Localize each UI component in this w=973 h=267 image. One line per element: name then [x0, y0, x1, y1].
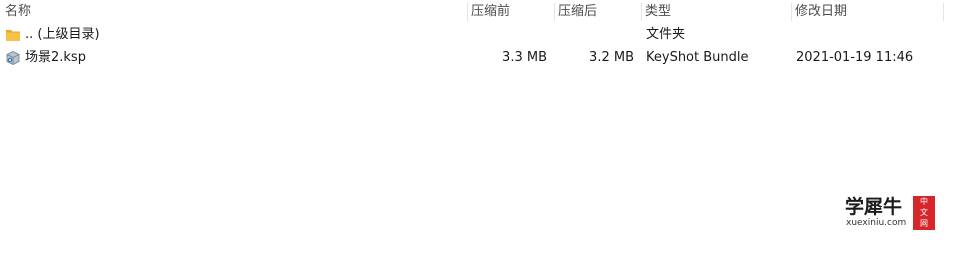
file-name: .. (上级目录): [25, 27, 100, 42]
file-original-size: 3.2 MB: [589, 50, 634, 65]
watermark-title: 学犀牛: [845, 196, 903, 218]
column-divider[interactable]: [943, 3, 944, 21]
file-type: KeyShot Bundle: [646, 50, 749, 65]
watermark-url: xuexiniu.com: [846, 218, 907, 228]
column-header-bar: 名称 压缩前 压缩后 类型 修改日期: [0, 0, 973, 24]
folder-icon: [5, 27, 21, 43]
column-header-modified[interactable]: 修改日期: [795, 0, 847, 24]
column-divider[interactable]: [791, 3, 792, 21]
column-header-compressed[interactable]: 压缩前: [471, 0, 510, 24]
list-item-parent-directory[interactable]: .. (上级目录) 文件夹: [0, 24, 973, 46]
keyshot-file-icon: [5, 50, 21, 66]
watermark-logo: 学犀牛 xuexiniu.com 中 文 网: [843, 196, 940, 232]
column-divider[interactable]: [467, 3, 468, 21]
file-name: 场景2.ksp: [25, 50, 86, 65]
file-list-view: 名称 压缩前 压缩后 类型 修改日期 .. (上级目录) 文件夹 场景2.ksp…: [0, 0, 973, 267]
list-item-file[interactable]: 场景2.ksp 3.3 MB 3.2 MB KeyShot Bundle 202…: [0, 47, 973, 69]
column-header-type[interactable]: 类型: [645, 0, 671, 24]
watermark-badge-char: 中: [920, 197, 928, 206]
file-original-size: [557, 24, 634, 46]
column-divider[interactable]: [554, 3, 555, 21]
file-type: 文件夹: [646, 27, 686, 42]
column-header-name[interactable]: 名称: [5, 0, 31, 24]
column-header-original[interactable]: 压缩后: [558, 0, 597, 24]
file-compressed-size: 3.3 MB: [502, 50, 547, 65]
file-modified-date: 2021-01-19 11:46: [796, 50, 914, 65]
file-compressed-size: [470, 24, 547, 46]
column-divider[interactable]: [641, 3, 642, 21]
watermark-badge: 中 文 网: [913, 196, 935, 230]
watermark-badge-char: 网: [920, 219, 928, 228]
watermark-badge-char: 文: [920, 208, 928, 217]
